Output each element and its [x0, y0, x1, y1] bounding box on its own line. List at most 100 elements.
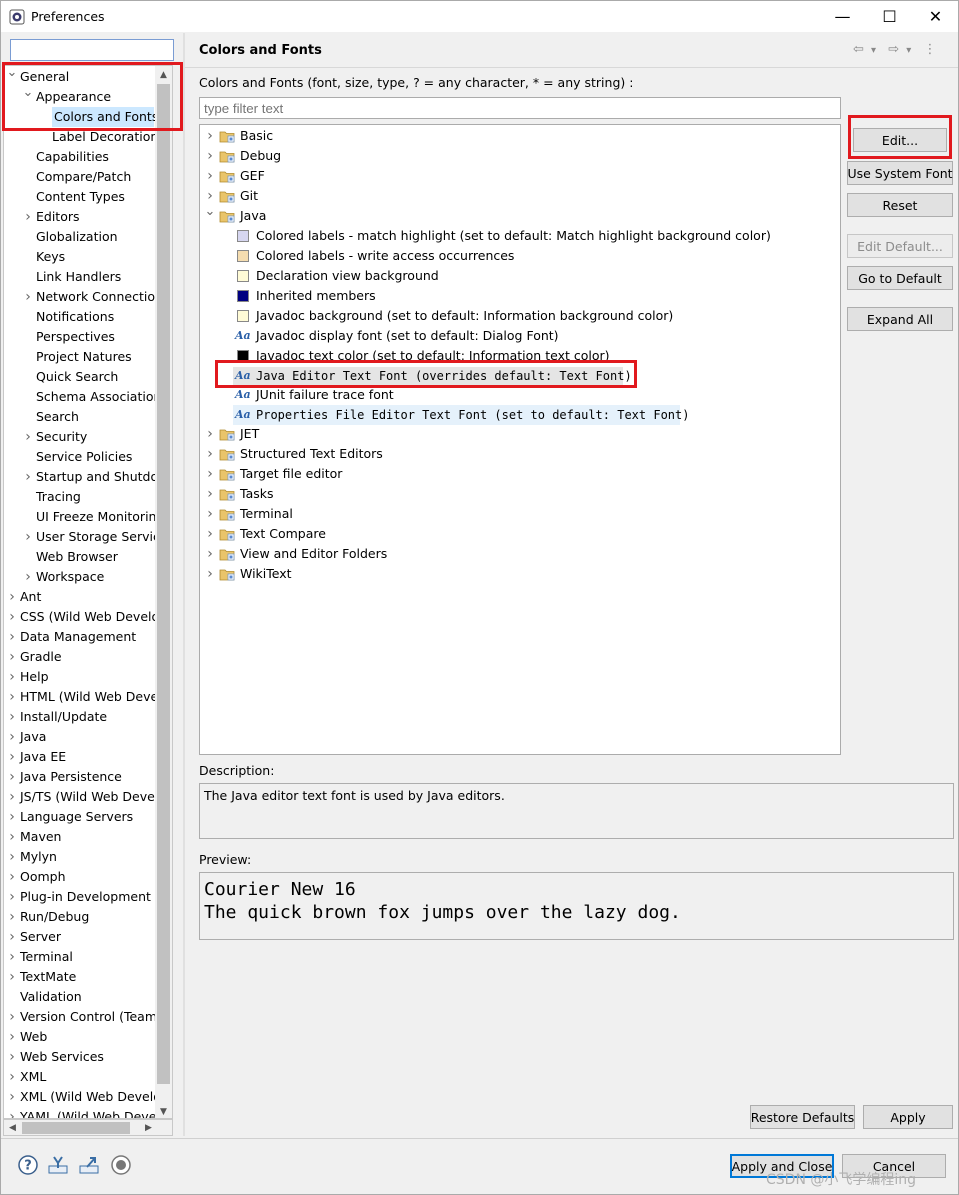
category-row[interactable]: › Debug — [200, 146, 840, 166]
chevron-right-icon[interactable]: › — [22, 567, 34, 587]
tree-item[interactable]: › Run/Debug — [4, 907, 157, 927]
chevron-right-icon[interactable]: › — [6, 827, 18, 847]
tree-item[interactable]: › Data Management — [4, 627, 157, 647]
export-icon[interactable] — [78, 1154, 100, 1176]
tree-item[interactable]: Content Types — [4, 187, 157, 207]
chevron-right-icon[interactable]: › — [6, 707, 18, 727]
tree-item[interactable]: › Java EE — [4, 747, 157, 767]
chevron-right-icon[interactable]: › — [6, 587, 18, 607]
vertical-scrollbar[interactable]: ▲ ▼ — [155, 66, 172, 1118]
apply-button[interactable]: Apply — [863, 1105, 953, 1129]
scroll-down-icon[interactable]: ▼ — [155, 1103, 172, 1118]
chevron-right-icon[interactable]: › — [6, 627, 18, 647]
chevron-right-icon[interactable]: › — [204, 544, 216, 564]
chevron-right-icon[interactable]: › — [6, 767, 18, 787]
chevron-right-icon[interactable]: › — [6, 727, 18, 747]
chevron-right-icon[interactable]: › — [6, 1087, 18, 1107]
edit-default-button[interactable]: Edit Default... — [847, 234, 953, 258]
chevron-right-icon[interactable]: › — [6, 847, 18, 867]
chevron-down-icon[interactable]: ⌄ — [204, 205, 216, 226]
left-filter-input[interactable] — [10, 39, 174, 61]
tree-item[interactable]: › Server — [4, 927, 157, 947]
tree-item[interactable]: Service Policies — [4, 447, 157, 467]
tree-item[interactable]: Project Natures — [4, 347, 157, 367]
record-icon[interactable] — [110, 1154, 132, 1176]
tree-item[interactable]: Link Handlers — [4, 267, 157, 287]
tree-item[interactable]: › Network Connections — [4, 287, 169, 307]
category-row[interactable]: › JET — [200, 424, 840, 444]
forward-icon[interactable]: ⇨ — [888, 42, 899, 57]
tree-item[interactable]: › Help — [4, 667, 157, 687]
close-button[interactable]: ✕ — [913, 1, 958, 32]
tree-item[interactable]: Validation — [4, 987, 157, 1007]
chevron-right-icon[interactable]: › — [6, 1107, 18, 1118]
maximize-button[interactable]: ☐ — [867, 1, 912, 32]
tree-item[interactable]: › Workspace — [4, 567, 157, 587]
chevron-right-icon[interactable]: › — [6, 967, 18, 987]
back-menu-icon[interactable]: ▾ — [871, 45, 876, 56]
chevron-right-icon[interactable]: › — [204, 484, 216, 504]
chevron-right-icon[interactable]: › — [22, 527, 34, 547]
tree-item[interactable]: › Terminal — [4, 947, 157, 967]
color-row[interactable]: Javadoc background (set to default: Info… — [200, 306, 840, 326]
tree-item[interactable]: › TextMate — [4, 967, 157, 987]
use-system-font-button[interactable]: Use System Font — [847, 161, 953, 185]
tree-item[interactable]: Notifications — [4, 307, 157, 327]
chevron-right-icon[interactable]: › — [204, 424, 216, 444]
tree-item[interactable]: › Web Services — [4, 1047, 157, 1067]
category-row[interactable]: › Terminal — [200, 504, 840, 524]
tree-item[interactable]: Schema Associations — [4, 387, 168, 407]
font-row[interactable]: Aa JUnit failure trace font — [200, 385, 840, 405]
chevron-right-icon[interactable]: › — [204, 146, 216, 166]
tree-item[interactable]: ›HTML (Wild Web Developer) — [4, 687, 172, 707]
tree-item[interactable]: Capabilities — [4, 147, 157, 167]
tree-item[interactable]: Globalization — [4, 227, 157, 247]
chevron-right-icon[interactable]: › — [6, 1067, 18, 1087]
pane-splitter[interactable] — [183, 33, 185, 1136]
forward-menu-icon[interactable]: ▾ — [906, 45, 911, 56]
tree-item[interactable]: › Language Servers — [4, 807, 157, 827]
tree-item[interactable]: › Gradle — [4, 647, 157, 667]
color-row[interactable]: Inherited members — [200, 286, 840, 306]
tree-item[interactable]: › Ant — [4, 587, 157, 607]
tree-item[interactable]: › Java — [4, 727, 157, 747]
chevron-right-icon[interactable]: › — [6, 927, 18, 947]
tree-item[interactable]: Compare/Patch — [4, 167, 157, 187]
chevron-right-icon[interactable]: › — [6, 1007, 18, 1027]
color-row[interactable]: Colored labels - write access occurrence… — [200, 246, 840, 266]
chevron-right-icon[interactable]: › — [6, 807, 18, 827]
tree-item[interactable]: Web Browser — [4, 547, 157, 567]
font-row[interactable]: Aa Properties File Editor Text Font (set … — [200, 405, 840, 425]
font-row[interactable]: Aa Javadoc display font (set to default: … — [200, 326, 840, 346]
tree-item[interactable]: Keys — [4, 247, 157, 267]
chevron-right-icon[interactable]: › — [22, 287, 34, 307]
tree-item[interactable]: › User Storage Service — [4, 527, 167, 547]
category-row[interactable]: ⌄ Java — [200, 205, 840, 226]
minimize-button[interactable]: — — [820, 1, 865, 32]
tree-item[interactable]: › Mylyn — [4, 847, 157, 867]
chevron-right-icon[interactable]: › — [22, 427, 34, 447]
chevron-right-icon[interactable]: › — [204, 564, 216, 584]
category-row[interactable]: › Text Compare — [200, 524, 840, 544]
tree-item[interactable]: › Plug-in Development — [4, 887, 157, 907]
chevron-right-icon[interactable]: › — [204, 186, 216, 206]
tree-item[interactable]: › Maven — [4, 827, 157, 847]
tree-item[interactable]: › XML (Wild Web Developer) — [4, 1087, 172, 1107]
tree-item[interactable]: › Web — [4, 1027, 157, 1047]
tree-item[interactable]: › Security — [4, 427, 157, 447]
tree-item[interactable]: UI Freeze Monitoring — [4, 507, 164, 527]
import-icon[interactable] — [47, 1154, 69, 1176]
chevron-right-icon[interactable]: › — [6, 1047, 18, 1067]
chevron-right-icon[interactable]: › — [6, 667, 18, 687]
back-icon[interactable]: ⇦ — [853, 42, 864, 57]
colors-fonts-tree[interactable]: › Basic › Debug › GEF › Git ⌄ Java Colored labels … — [199, 124, 841, 755]
chevron-right-icon[interactable]: › — [6, 747, 18, 767]
category-row[interactable]: › WikiText — [200, 564, 840, 584]
category-row[interactable]: › Structured Text Editors — [200, 444, 840, 464]
chevron-right-icon[interactable]: › — [204, 464, 216, 484]
chevron-right-icon[interactable]: › — [6, 867, 18, 887]
tree-item[interactable]: ›YAML (Wild Web Developer) — [4, 1107, 172, 1118]
chevron-right-icon[interactable]: › — [6, 907, 18, 927]
color-row[interactable]: Declaration view background — [200, 266, 840, 286]
tree-item[interactable]: Tracing — [4, 487, 157, 507]
